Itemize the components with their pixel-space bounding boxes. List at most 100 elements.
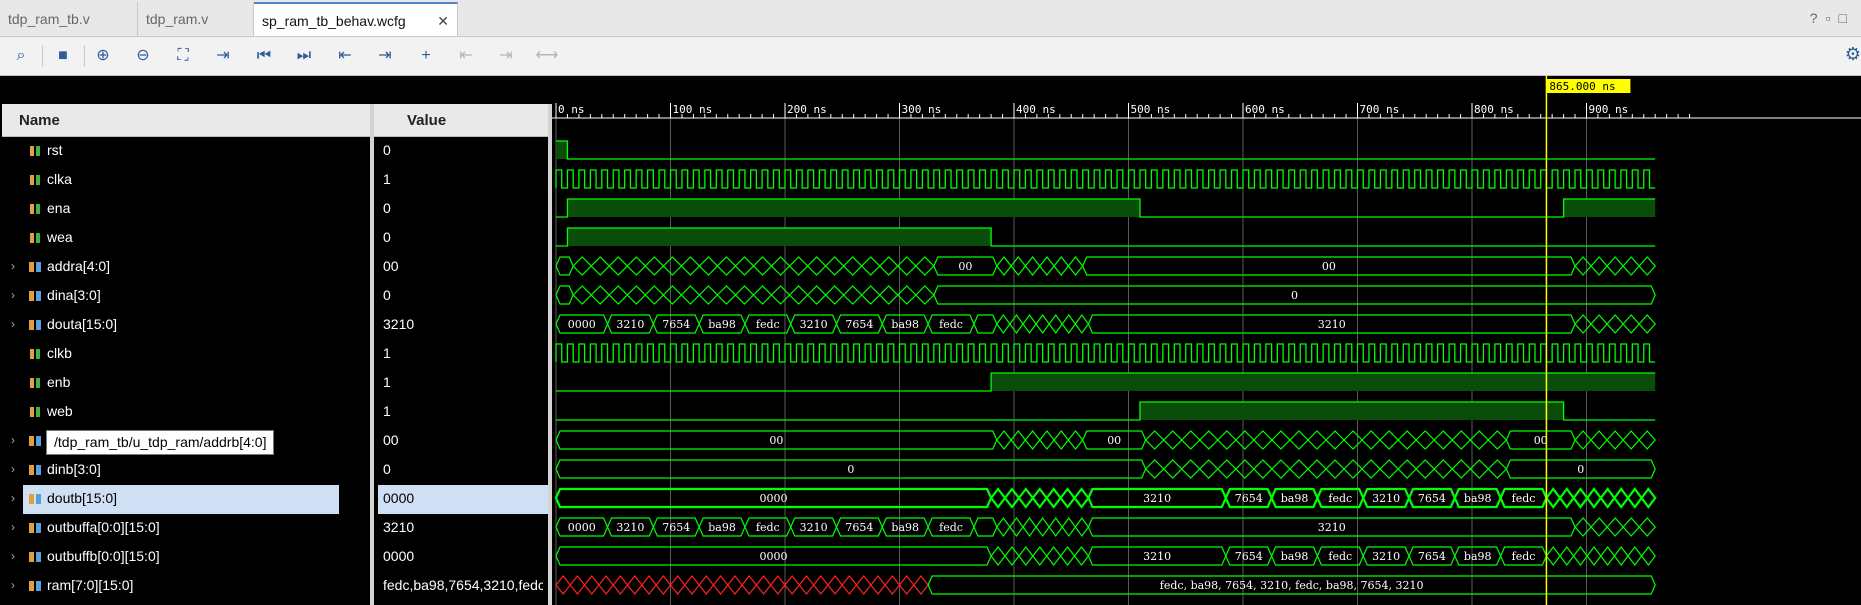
bus-value-label: 00 [769,434,783,447]
bus-transition-hatch [1622,256,1640,276]
zoom-fit-icon[interactable]: ⛶ [170,44,196,68]
logic-signal-icon [30,204,40,214]
bus-transition-hatch [1271,459,1291,479]
signal-row[interactable]: › dina[3:0] 0 [0,282,548,311]
signal-row[interactable]: ena 0 [0,195,548,224]
signal-value: 0000 [383,490,415,506]
bus-transition-hatch [1045,546,1062,566]
tab-tdp-ram-tb[interactable]: tdp_ram_tb.v [0,2,138,36]
expand-chevron-icon[interactable]: › [11,462,15,476]
toolbar-separator [84,45,85,67]
bus-value-label: 00 [1534,434,1548,447]
go-to-cursor-icon[interactable]: ⇥ [210,44,236,68]
signal-name: rst [47,142,63,158]
expand-chevron-icon[interactable]: › [11,259,15,273]
zoom-in-icon[interactable]: ⊕ [90,44,116,68]
high-level-fill [567,228,992,246]
save-icon[interactable]: ■ [50,44,76,68]
value-column-header[interactable]: Value [374,104,548,137]
signal-row[interactable]: › dinb[3:0] 0 [0,456,548,485]
tab-label: sp_ram_tb_behav.wcfg [262,13,406,29]
signal-row[interactable]: › outbuffa[0:0][15:0] 3210 [0,514,548,543]
bus-value-label: ba98 [1464,550,1492,563]
bus-transition-hatch [1606,430,1624,450]
signal-value: 00 [383,432,399,448]
bus-transition-hatch [884,575,901,595]
go-to-time-0-icon[interactable]: ⏮ [251,44,277,68]
bus-transition-hatch [1038,430,1055,450]
maximize-icon[interactable]: □ [1839,10,1855,26]
signal-row[interactable]: › addra[4:0] 00 [0,253,548,282]
bus-transition-hatch [598,575,615,595]
bus-value-segment [555,285,574,305]
add-marker-icon[interactable]: + [413,44,439,68]
help-icon[interactable]: ? [1810,10,1826,26]
high-level-fill [567,199,1140,217]
signal-row[interactable]: rst 0 [0,137,548,166]
signal-row[interactable]: › ram[7:0][15:0] fedc,ba98,7654,3210,fedc [0,572,548,601]
logic-waveform [556,140,1656,160]
signal-name: ena [47,200,71,216]
bus-transition-hatch [1572,487,1589,509]
signal-row[interactable]: › doutb[15:0] 0000 [0,485,548,514]
name-column-header[interactable]: Name [2,104,370,137]
signal-value: 0 [383,229,391,245]
bus-value-label: fedc [939,318,963,331]
bus-transition-hatch [1487,459,1508,479]
search-icon[interactable]: ⌕ [8,44,34,68]
signal-row[interactable]: web 1 [0,398,548,427]
settings-gear-icon[interactable]: ⚙ [1845,44,1861,65]
signal-row[interactable]: clka 1 [0,166,548,195]
tab-tdp-ram[interactable]: tdp_ram.v [138,2,254,36]
bus-transition-hatch [1180,430,1201,450]
bus-value-label: 3210 [1372,550,1400,563]
restore-icon[interactable]: ▫ [1826,10,1839,26]
go-to-last-time-icon[interactable]: ⏭ [291,44,317,68]
bus-transition-hatch [590,285,611,305]
expand-chevron-icon[interactable]: › [11,288,15,302]
expand-chevron-icon[interactable]: › [11,520,15,534]
bus-transition-hatch [1606,314,1624,334]
bus-transition-hatch [1638,314,1657,334]
expand-chevron-icon[interactable]: › [11,433,15,447]
bus-transition-hatch [684,575,700,595]
expand-chevron-icon[interactable]: › [11,578,15,592]
signal-row[interactable]: › outbuffb[0:0][15:0] 0000 [0,543,548,572]
bus-transition-hatch [1031,487,1049,509]
bus-value-label: 0000 [568,521,596,534]
expand-chevron-icon[interactable]: › [11,317,15,331]
expand-chevron-icon[interactable]: › [11,491,15,505]
bus-transition-hatch [716,256,737,276]
bus-transition-hatch [788,285,809,305]
bus-transition-hatch [572,256,593,276]
close-icon[interactable]: ✕ [437,4,449,38]
expand-chevron-icon[interactable]: › [11,549,15,563]
bus-transition-hatch [1067,430,1084,450]
tab-sp-ram-tb-behav[interactable]: sp_ram_tb_behav.wcfg ✕ [254,2,458,36]
toolbar-separator [42,45,43,67]
bus-transition-hatch [1622,430,1640,450]
bus-transition-hatch [1397,430,1418,450]
previous-marker-icon[interactable]: ⇤ [453,44,479,68]
swap-cursors-icon[interactable]: ⟷ [534,44,560,68]
zoom-out-icon[interactable]: ⊖ [130,44,156,68]
bus-transition-hatch [1053,430,1070,450]
signal-row[interactable]: enb 1 [0,369,548,398]
waveform-canvas[interactable]: 0 ns 100 ns 200 ns 300 ns 400 ns 500 ns 600 ns… [552,75,1861,605]
signal-value: 0 [383,461,391,477]
logic-signal-icon [30,233,40,243]
signal-row[interactable]: clkb 1 [0,340,548,369]
bus-transition-hatch [1180,459,1201,479]
signal-value: 00 [383,258,399,274]
previous-transition-icon[interactable]: ⇤ [332,44,358,68]
next-marker-icon[interactable]: ⇥ [493,44,519,68]
bus-transition-hatch [1144,430,1165,450]
next-transition-icon[interactable]: ⇥ [372,44,398,68]
signal-row[interactable]: wea 0 [0,224,548,253]
bus-value-label: ba98 [891,521,919,534]
signal-row[interactable]: › douta[15:0] 3210 [0,311,548,340]
bus-transition-hatch [1045,487,1063,509]
bus-transition-hatch [1545,487,1562,509]
time-tick-label: 200 ns [787,103,827,116]
bus-transition-hatch [1397,459,1418,479]
